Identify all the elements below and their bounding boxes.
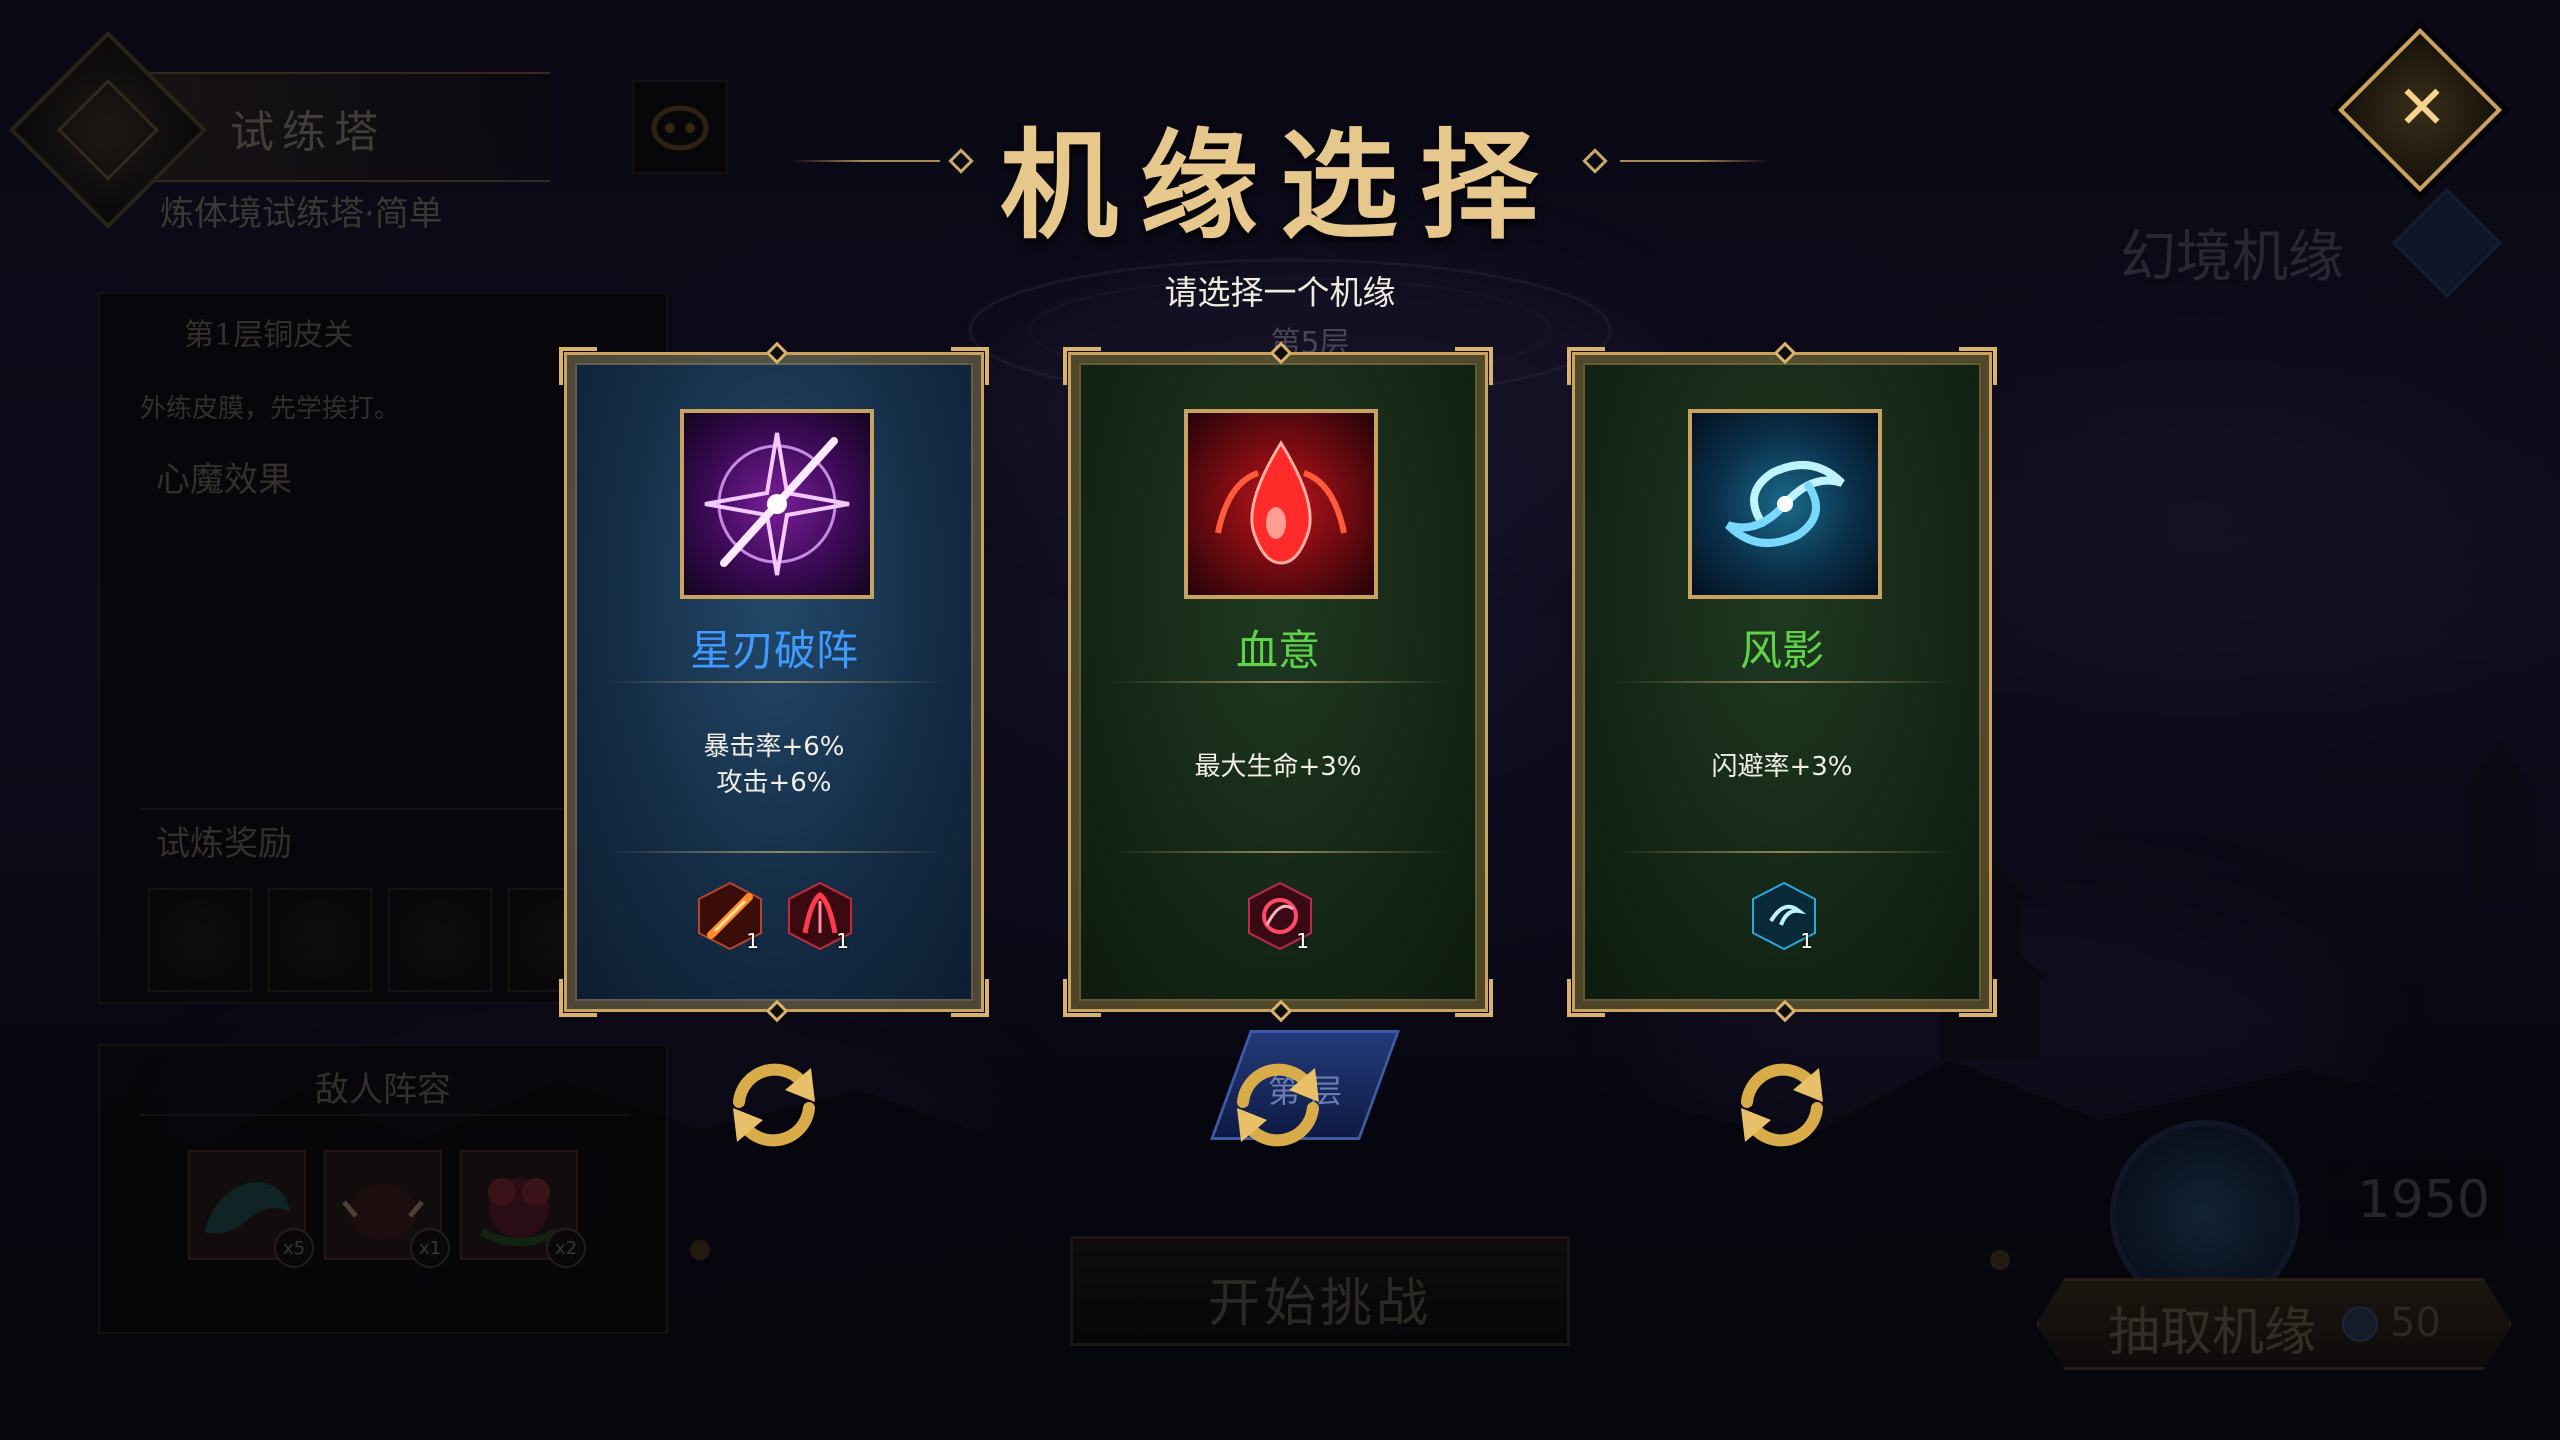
illusion-fortune-label: 幻境机缘 [2120,225,2344,290]
blood-drop-icon [1184,409,1378,599]
reward-label: 试炼奖励 [156,824,292,864]
effect-line: 最大生命+3% [1194,752,1362,782]
start-challenge-button[interactable]: 开始挑战 [1070,1236,1570,1346]
enemy-lineup-panel: 敌人阵容 x5 x1 x2 [98,1044,668,1334]
currency-counter: 1950 [2300,1160,2500,1240]
enemy-boar[interactable]: x1 [324,1150,450,1268]
currency-amount: 1950 [2357,1170,2490,1230]
blood-claw-icon[interactable]: 1 [785,881,855,953]
divider [140,1114,630,1116]
divider [1615,681,1955,683]
effect-line: 攻击+6% [716,768,832,798]
wind-gem-icon[interactable]: 1 [1749,881,1819,953]
star-blade-icon [680,409,874,599]
enemy-flower-monster[interactable]: x2 [460,1150,586,1268]
draw-cost: 50 [2390,1300,2441,1346]
enemy-dragon[interactable]: x5 [188,1150,314,1268]
divider [1111,681,1451,683]
title-ornament-left [790,160,940,162]
divider [1111,851,1451,853]
wind-vortex-icon [1688,409,1882,599]
tower-subtitle: 炼体境试练塔·简单 [160,194,443,234]
stage-description: 外练皮膜，先学挨打。 [140,394,401,424]
tower-title: 试练塔 [230,107,386,158]
divider [607,851,947,853]
game-screen: 试练塔 炼体境试练塔·简单 第1层铜皮关 外练皮膜，先学挨打。 心魔效果 试炼奖… [0,0,2560,1440]
refresh-icon[interactable] [719,1050,829,1160]
enemy-lineup-label: 敌人阵容 [315,1070,451,1110]
stage-name: 第1层铜皮关 [184,318,354,353]
title-ornament-right [1620,160,1770,162]
fortune-card[interactable]: 血意 最大生命+3% 1 [1063,341,1493,1023]
start-challenge-label: 开始挑战 [1207,1274,1432,1334]
fortune-card[interactable]: 风影 闪避率+3% 1 [1567,341,1997,1023]
item-count: 1 [746,929,759,953]
fortune-effects: 暴击率+6% 攻击+6% [567,729,981,801]
fortune-name: 星刃破阵 [689,626,858,675]
fortune-effects: 闪避率+3% [1575,749,1989,785]
instruction-text: 请选择一个机缘 [1164,273,1396,312]
divider [607,681,947,683]
team-icon[interactable] [2391,187,2503,299]
fortune-name: 风影 [1739,626,1824,675]
modal-title: 机缘选择 [1000,116,1561,255]
heart-demon-label: 心魔效果 [156,460,292,500]
refresh-icon[interactable] [1727,1050,1837,1160]
title-diamond-right [1582,148,1608,174]
reward-slot[interactable] [148,888,252,992]
reward-slot[interactable] [388,888,492,992]
item-count: 1 [1800,929,1813,953]
effect-line: 闪避率+3% [1711,752,1853,782]
enemy-count: x2 [546,1228,586,1268]
fire-slash-icon[interactable]: 1 [695,881,765,953]
close-icon[interactable]: ✕ [2388,74,2456,142]
reward-slot[interactable] [268,888,372,992]
boss-mask-icon[interactable] [632,80,728,174]
item-count: 1 [836,929,849,953]
refresh-icon[interactable] [1223,1050,1333,1160]
effect-line: 暴击率+6% [703,732,845,762]
gem-icon [2342,1306,2378,1342]
divider [140,808,630,810]
title-diamond-left [948,148,974,174]
fortune-effects: 最大生命+3% [1071,749,1485,785]
blood-orb-icon[interactable]: 1 [1245,881,1315,953]
item-count: 1 [1296,929,1309,953]
draw-fortune-label: 抽取机缘 [2108,1303,2317,1363]
divider [1615,851,1955,853]
enemy-count: x5 [274,1228,314,1268]
fortune-name: 血意 [1235,626,1320,675]
enemy-count: x1 [410,1228,450,1268]
fortune-card[interactable]: 星刃破阵 暴击率+6% 攻击+6% 1 1 [559,341,989,1023]
